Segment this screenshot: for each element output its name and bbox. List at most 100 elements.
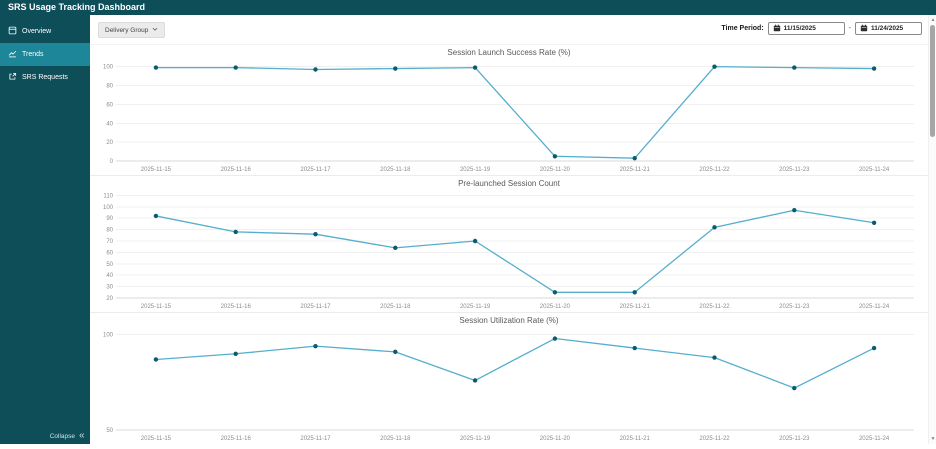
delivery-group-label: Delivery Group	[105, 26, 149, 34]
external-link-icon	[8, 72, 17, 83]
data-point[interactable]	[472, 65, 478, 70]
x-tick-label: 2025-11-18	[380, 304, 411, 310]
data-point[interactable]	[233, 65, 238, 70]
x-tick-label: 2025-11-17	[300, 436, 331, 442]
overview-icon	[8, 26, 17, 37]
data-point[interactable]	[313, 343, 318, 349]
data-point[interactable]	[792, 65, 797, 70]
data-point[interactable]	[871, 66, 877, 71]
x-tick-label: 2025-11-18	[380, 167, 411, 173]
chart-canvas-session-utilization-rate: Session Utilization Rate (%) 100 50 2025-11…	[90, 313, 928, 444]
data-point[interactable]	[712, 225, 717, 230]
x-tick-label: 2025-11-16	[221, 436, 252, 442]
x-tick-label: 2025-11-20	[540, 436, 571, 442]
data-point[interactable]	[871, 345, 877, 351]
x-tick-label: 2025-11-19	[460, 304, 491, 310]
x-tick-label: 2025-11-17	[300, 304, 331, 310]
delivery-group-dropdown[interactable]: Delivery Group	[98, 22, 166, 38]
scrollbar-down-icon[interactable]: ▼	[929, 436, 936, 442]
x-tick-label: 2025-11-24	[859, 304, 890, 310]
chart-canvas-pre-launched-session-count: Pre-launched Session Count 110 100 90 80 70 60…	[90, 176, 928, 312]
x-tick-label: 2025-11-22	[699, 304, 730, 310]
y-tick-label: 100	[103, 205, 114, 211]
data-point[interactable]	[632, 290, 637, 295]
y-tick-label: 100	[103, 65, 114, 71]
scrollbar-up-icon[interactable]: ▲	[929, 17, 936, 23]
data-point[interactable]	[472, 378, 478, 383]
sidebar-item-trends[interactable]: Trends	[0, 43, 90, 66]
data-point[interactable]	[871, 220, 877, 225]
data-point[interactable]	[393, 245, 398, 251]
x-tick-label: 2025-11-15	[141, 436, 172, 442]
date-field-end	[855, 22, 922, 35]
chevron-down-icon	[152, 26, 158, 34]
sidebar-item-srs-requests[interactable]: SRS Requests	[0, 66, 90, 89]
time-period-end-input[interactable]	[871, 25, 917, 32]
collapse-label: Collapse	[49, 433, 75, 440]
y-tick-label: 50	[106, 262, 113, 268]
time-period-start-input[interactable]	[783, 25, 840, 32]
chart-svg: Session Utilization Rate (%) 100 50 2025-11…	[103, 316, 914, 442]
x-tick-label: 2025-11-21	[620, 167, 651, 173]
data-point[interactable]	[393, 66, 398, 71]
data-point[interactable]	[313, 231, 318, 237]
chart-svg: Session Launch Success Rate (%) 100 80 60 40…	[103, 48, 914, 173]
data-point[interactable]	[632, 345, 637, 351]
series-line	[155, 337, 875, 389]
chart-title: Pre-launched Session Count	[458, 179, 561, 188]
sidebar-collapse-button[interactable]: Collapse	[50, 432, 85, 441]
data-point[interactable]	[552, 154, 558, 159]
y-tick-label: 80	[106, 84, 113, 90]
data-point[interactable]	[712, 64, 717, 69]
filter-bar: Delivery Group Time Period: -	[90, 15, 928, 44]
main-content: Delivery Group Time Period: - Sessi	[90, 15, 928, 444]
data-point[interactable]	[233, 229, 238, 235]
chart-pre-launched-session-count: Pre-launched Session Count 110 100 90 80 70 60…	[90, 175, 928, 312]
sidebar-item-overview[interactable]: Overview	[0, 20, 90, 43]
x-tick-label: 2025-11-24	[859, 436, 890, 442]
vertical-scrollbar[interactable]: ▲ ▼	[928, 15, 936, 444]
data-point[interactable]	[792, 385, 797, 391]
data-point[interactable]	[153, 65, 159, 70]
data-point[interactable]	[792, 208, 797, 213]
y-tick-label: 60	[106, 102, 113, 108]
x-tick-label: 2025-11-22	[699, 167, 730, 173]
data-point[interactable]	[472, 238, 478, 244]
chart-svg: Pre-launched Session Count 110 100 90 80 70 60…	[103, 179, 914, 310]
data-point[interactable]	[233, 351, 238, 356]
scrollbar-thumb[interactable]	[930, 25, 935, 137]
chart-title: Session Utilization Rate (%)	[459, 316, 558, 325]
x-tick-label: 2025-11-18	[380, 436, 411, 442]
collapse-chevrons-icon	[78, 432, 85, 441]
app-header: SRS Usage Tracking Dashboard	[0, 0, 936, 15]
data-point[interactable]	[393, 349, 398, 355]
data-point[interactable]	[712, 355, 717, 360]
sidebar-item-label: SRS Requests	[22, 74, 68, 81]
chart-session-launch-success-rate: Session Launch Success Rate (%) 100 80 60 40…	[90, 44, 928, 175]
sidebar-item-label: Trends	[22, 51, 44, 58]
y-tick-label: 40	[106, 121, 113, 127]
time-period-group: Time Period: -	[721, 22, 922, 35]
calendar-icon[interactable]	[773, 24, 781, 34]
data-point[interactable]	[552, 336, 558, 341]
data-point[interactable]	[313, 67, 318, 72]
data-point[interactable]	[632, 155, 637, 161]
calendar-icon[interactable]	[860, 24, 868, 34]
y-tick-label: 110	[103, 193, 113, 199]
data-point[interactable]	[153, 357, 159, 362]
x-tick-label: 2025-11-21	[620, 436, 651, 442]
data-point[interactable]	[552, 290, 558, 295]
x-tick-label: 2025-11-15	[141, 304, 172, 310]
data-point[interactable]	[153, 213, 159, 219]
date-range-separator: -	[848, 25, 851, 32]
time-period-label: Time Period:	[721, 25, 764, 32]
series-line	[155, 209, 875, 293]
chart-session-utilization-rate: Session Utilization Rate (%) 100 50 2025-11…	[90, 311, 928, 444]
y-tick-label: 60	[106, 250, 113, 256]
x-tick-label: 2025-11-17	[300, 167, 331, 173]
chart-title: Session Launch Success Rate (%)	[447, 48, 571, 57]
y-tick-label: 90	[106, 216, 113, 222]
sidebar-item-label: Overview	[22, 28, 52, 35]
x-tick-label: 2025-11-19	[460, 436, 491, 442]
chart-canvas-session-launch-success-rate: Session Launch Success Rate (%) 100 80 60 40…	[90, 45, 928, 175]
